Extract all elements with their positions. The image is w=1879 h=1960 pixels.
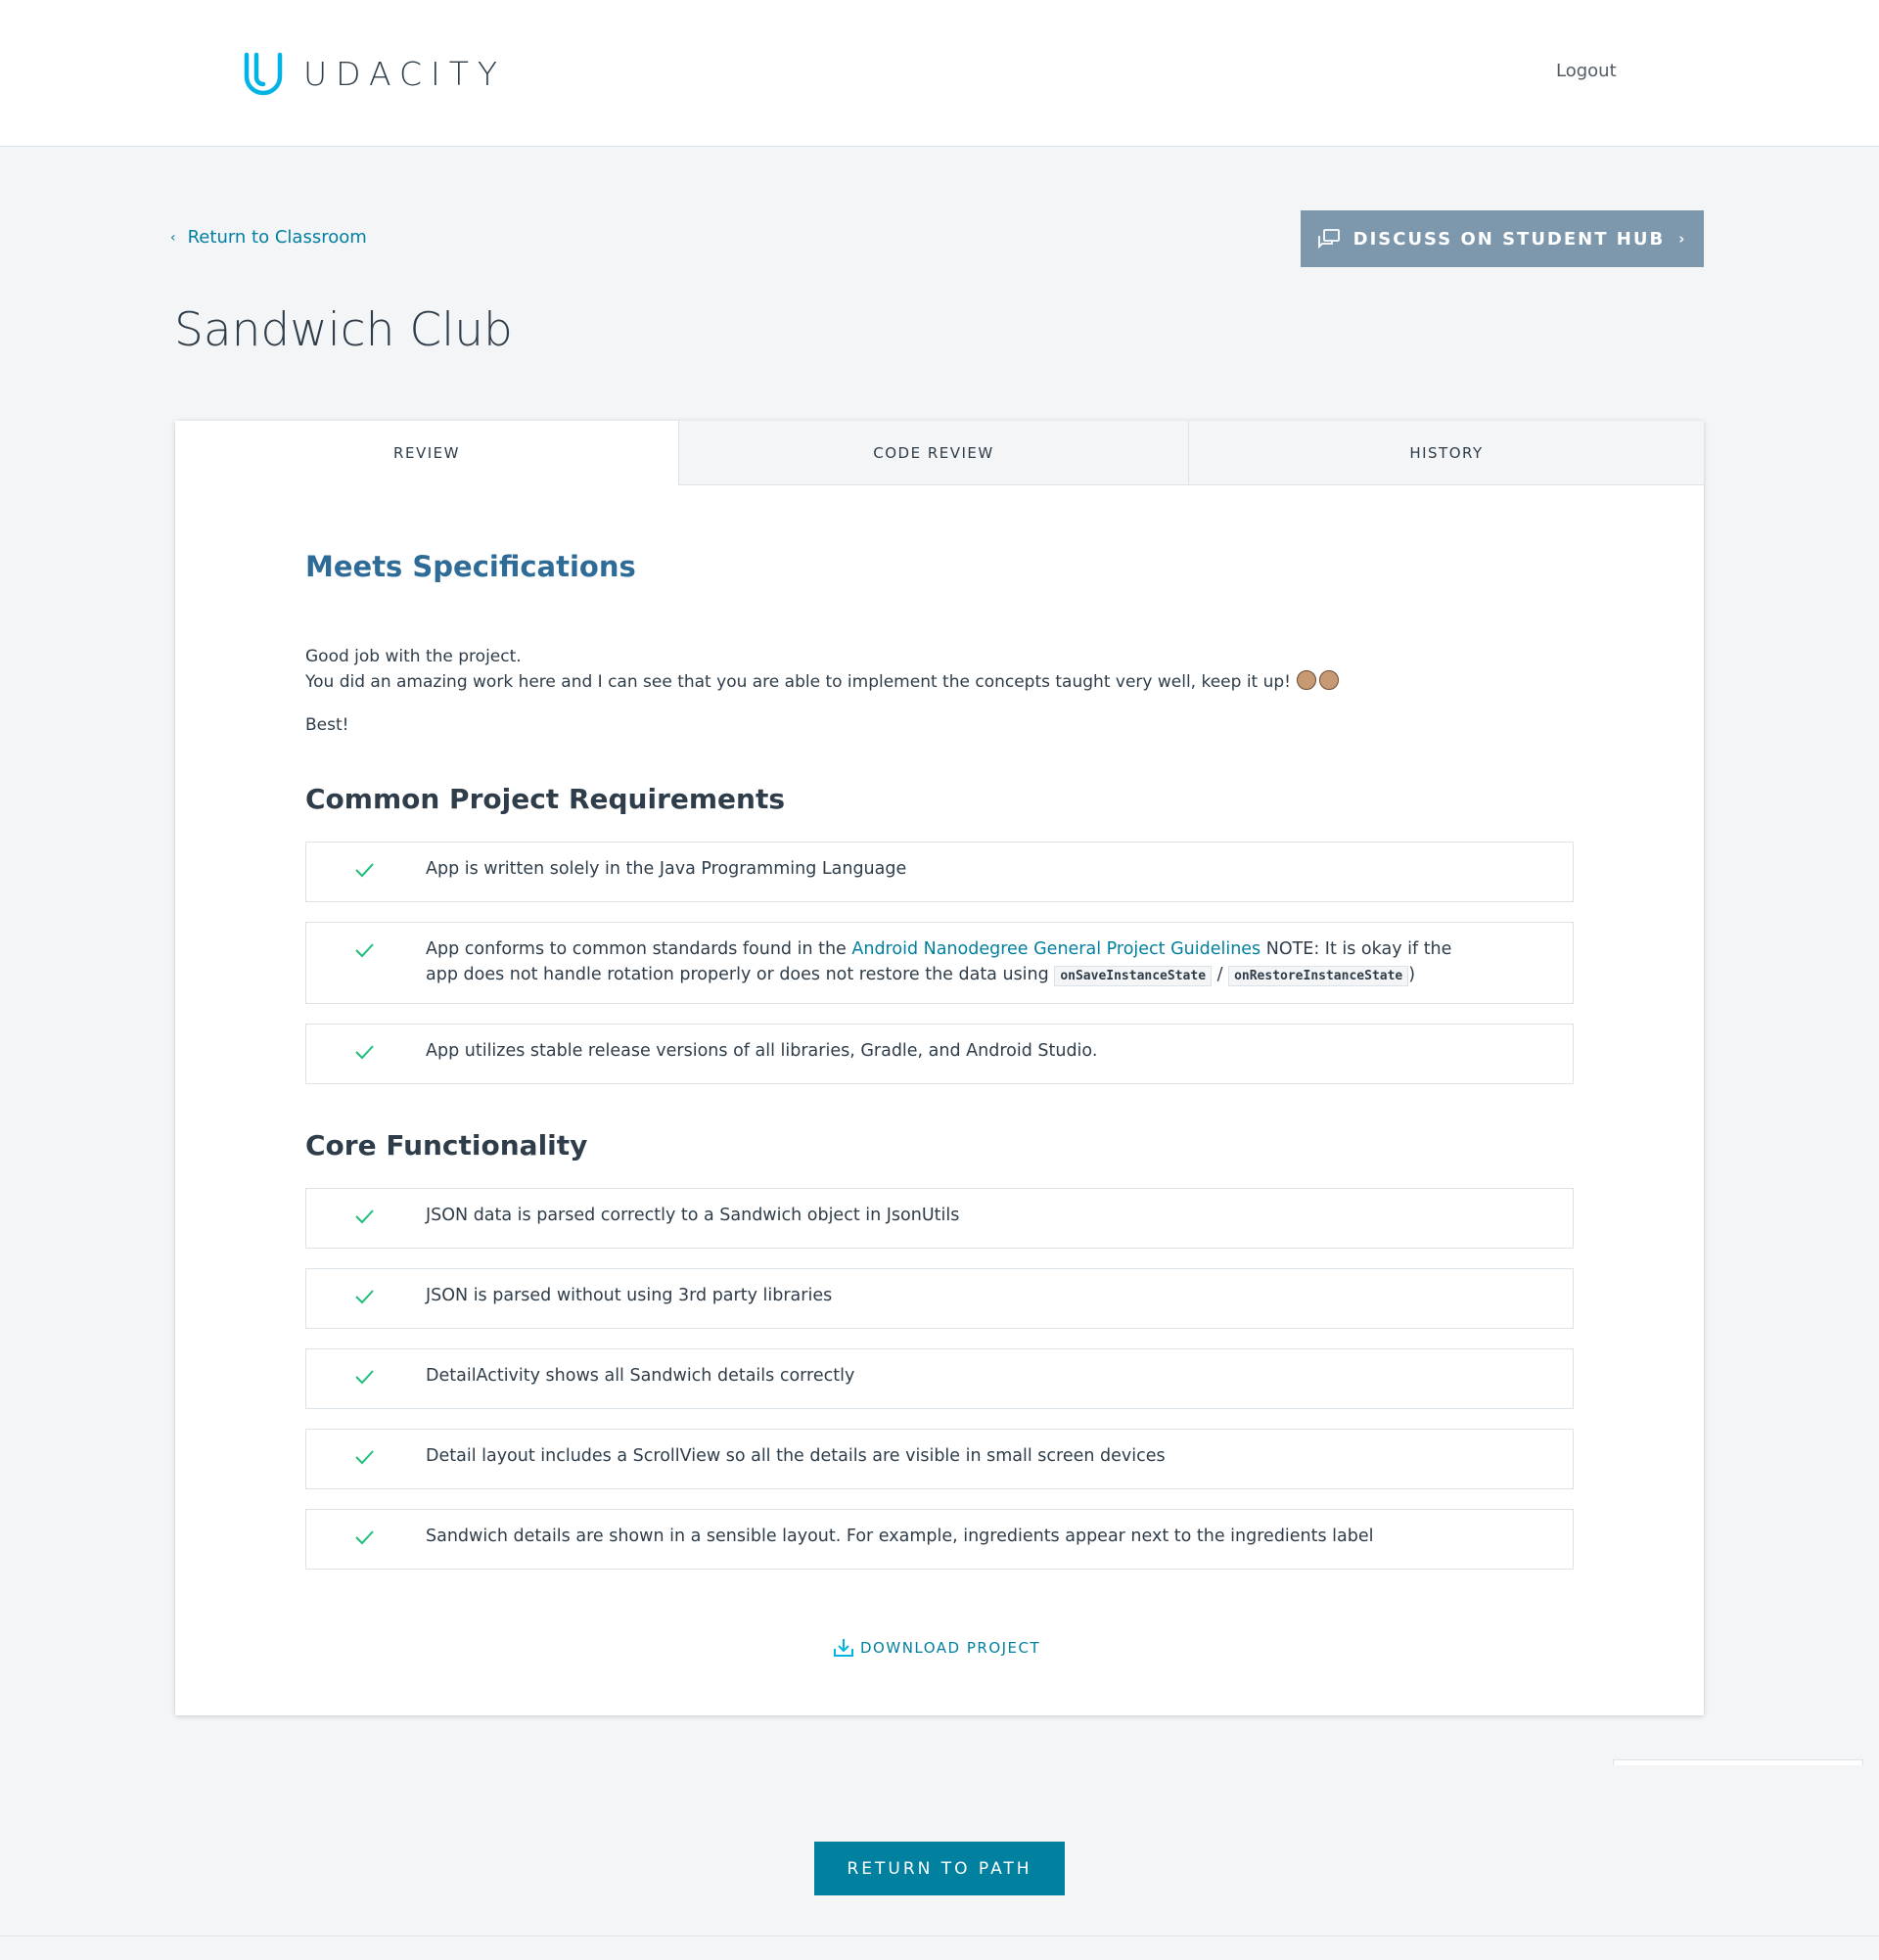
floating-widget-edge <box>1613 1759 1863 1765</box>
check-icon <box>355 1370 374 1385</box>
review-card: REVIEW CODE REVIEW HISTORY Meets Specifi… <box>175 421 1704 1715</box>
udacity-logo-icon <box>244 52 283 96</box>
check-icon <box>355 943 374 958</box>
requirement-text: JSON data is parsed correctly to a Sandw… <box>426 1206 960 1225</box>
brand-name: UDACITY <box>303 54 507 93</box>
list-item: App is written solely in the Java Progra… <box>305 842 1574 902</box>
check-icon <box>355 1450 374 1465</box>
page-title: Sandwich Club <box>174 303 513 357</box>
check-icon <box>355 1290 374 1304</box>
core-functionality-list: JSON data is parsed correctly to a Sandw… <box>305 1188 1574 1589</box>
requirement-text: DetailActivity shows all Sandwich detail… <box>426 1366 855 1386</box>
code-snippet: onSaveInstanceState <box>1054 966 1213 986</box>
code-snippet: onRestoreInstanceState <box>1228 966 1409 986</box>
list-item: Detail layout includes a ScrollView so a… <box>305 1429 1574 1489</box>
reviewer-summary: Good job with the project. You did an am… <box>305 644 1342 738</box>
list-item: JSON data is parsed correctly to a Sandw… <box>305 1188 1574 1249</box>
review-status: Meets Specifications <box>305 550 636 583</box>
chevron-left-icon: ‹ <box>170 229 176 246</box>
discuss-on-student-hub-button[interactable]: DISCUSS ON STUDENT HUB › <box>1301 210 1704 267</box>
requirement-text: Sandwich details are shown in a sensible… <box>426 1527 1374 1546</box>
requirement-text: App is written solely in the Java Progra… <box>426 859 907 879</box>
logout-link[interactable]: Logout <box>1556 61 1617 81</box>
footer-divider <box>0 1936 1879 1937</box>
list-item: App utilizes stable release versions of … <box>305 1024 1574 1084</box>
requirement-text: Detail layout includes a ScrollView so a… <box>426 1446 1166 1466</box>
check-icon <box>355 1209 374 1224</box>
return-to-classroom-label: Return to Classroom <box>187 227 367 248</box>
summary-sign: Best! <box>305 715 349 735</box>
summary-line: Good job with the project. <box>305 647 522 666</box>
download-icon <box>833 1638 854 1658</box>
check-icon <box>355 1530 374 1545</box>
check-icon <box>355 1045 374 1060</box>
return-to-classroom-link[interactable]: ‹ Return to Classroom <box>170 227 367 248</box>
tab-review[interactable]: REVIEW <box>175 421 678 485</box>
list-item: Sandwich details are shown in a sensible… <box>305 1509 1574 1570</box>
list-item: App conforms to common standards found i… <box>305 922 1574 1004</box>
section-title-core-functionality: Core Functionality <box>305 1129 588 1162</box>
section-title-common-requirements: Common Project Requirements <box>305 783 786 815</box>
clapping-hands-icon <box>1297 669 1342 695</box>
tab-code-review[interactable]: CODE REVIEW <box>678 421 1188 485</box>
return-to-path-button[interactable]: RETURN TO PATH <box>814 1842 1065 1895</box>
summary-line: You did an amazing work here and I can s… <box>305 669 1342 695</box>
chat-bubbles-icon <box>1317 229 1340 249</box>
chevron-right-icon: › <box>1678 230 1687 248</box>
requirement-text: App conforms to common standards found i… <box>426 939 1452 986</box>
common-requirements-list: App is written solely in the Java Progra… <box>305 842 1574 1104</box>
download-project-link[interactable]: DOWNLOAD PROJECT <box>833 1638 1040 1658</box>
requirement-text: App utilizes stable release versions of … <box>426 1041 1098 1061</box>
check-icon <box>355 863 374 878</box>
udacity-logo[interactable]: UDACITY <box>241 51 506 96</box>
review-tabs: REVIEW CODE REVIEW HISTORY <box>175 421 1704 485</box>
download-label: DOWNLOAD PROJECT <box>860 1639 1041 1657</box>
list-item: DetailActivity shows all Sandwich detail… <box>305 1348 1574 1409</box>
guidelines-link[interactable]: Android Nanodegree General Project Guide… <box>851 939 1260 959</box>
discuss-label: DISCUSS ON STUDENT HUB <box>1352 228 1666 250</box>
requirement-text: JSON is parsed without using 3rd party l… <box>426 1286 833 1305</box>
tab-history[interactable]: HISTORY <box>1188 421 1704 485</box>
list-item: JSON is parsed without using 3rd party l… <box>305 1268 1574 1329</box>
top-header: UDACITY Logout <box>0 0 1879 147</box>
